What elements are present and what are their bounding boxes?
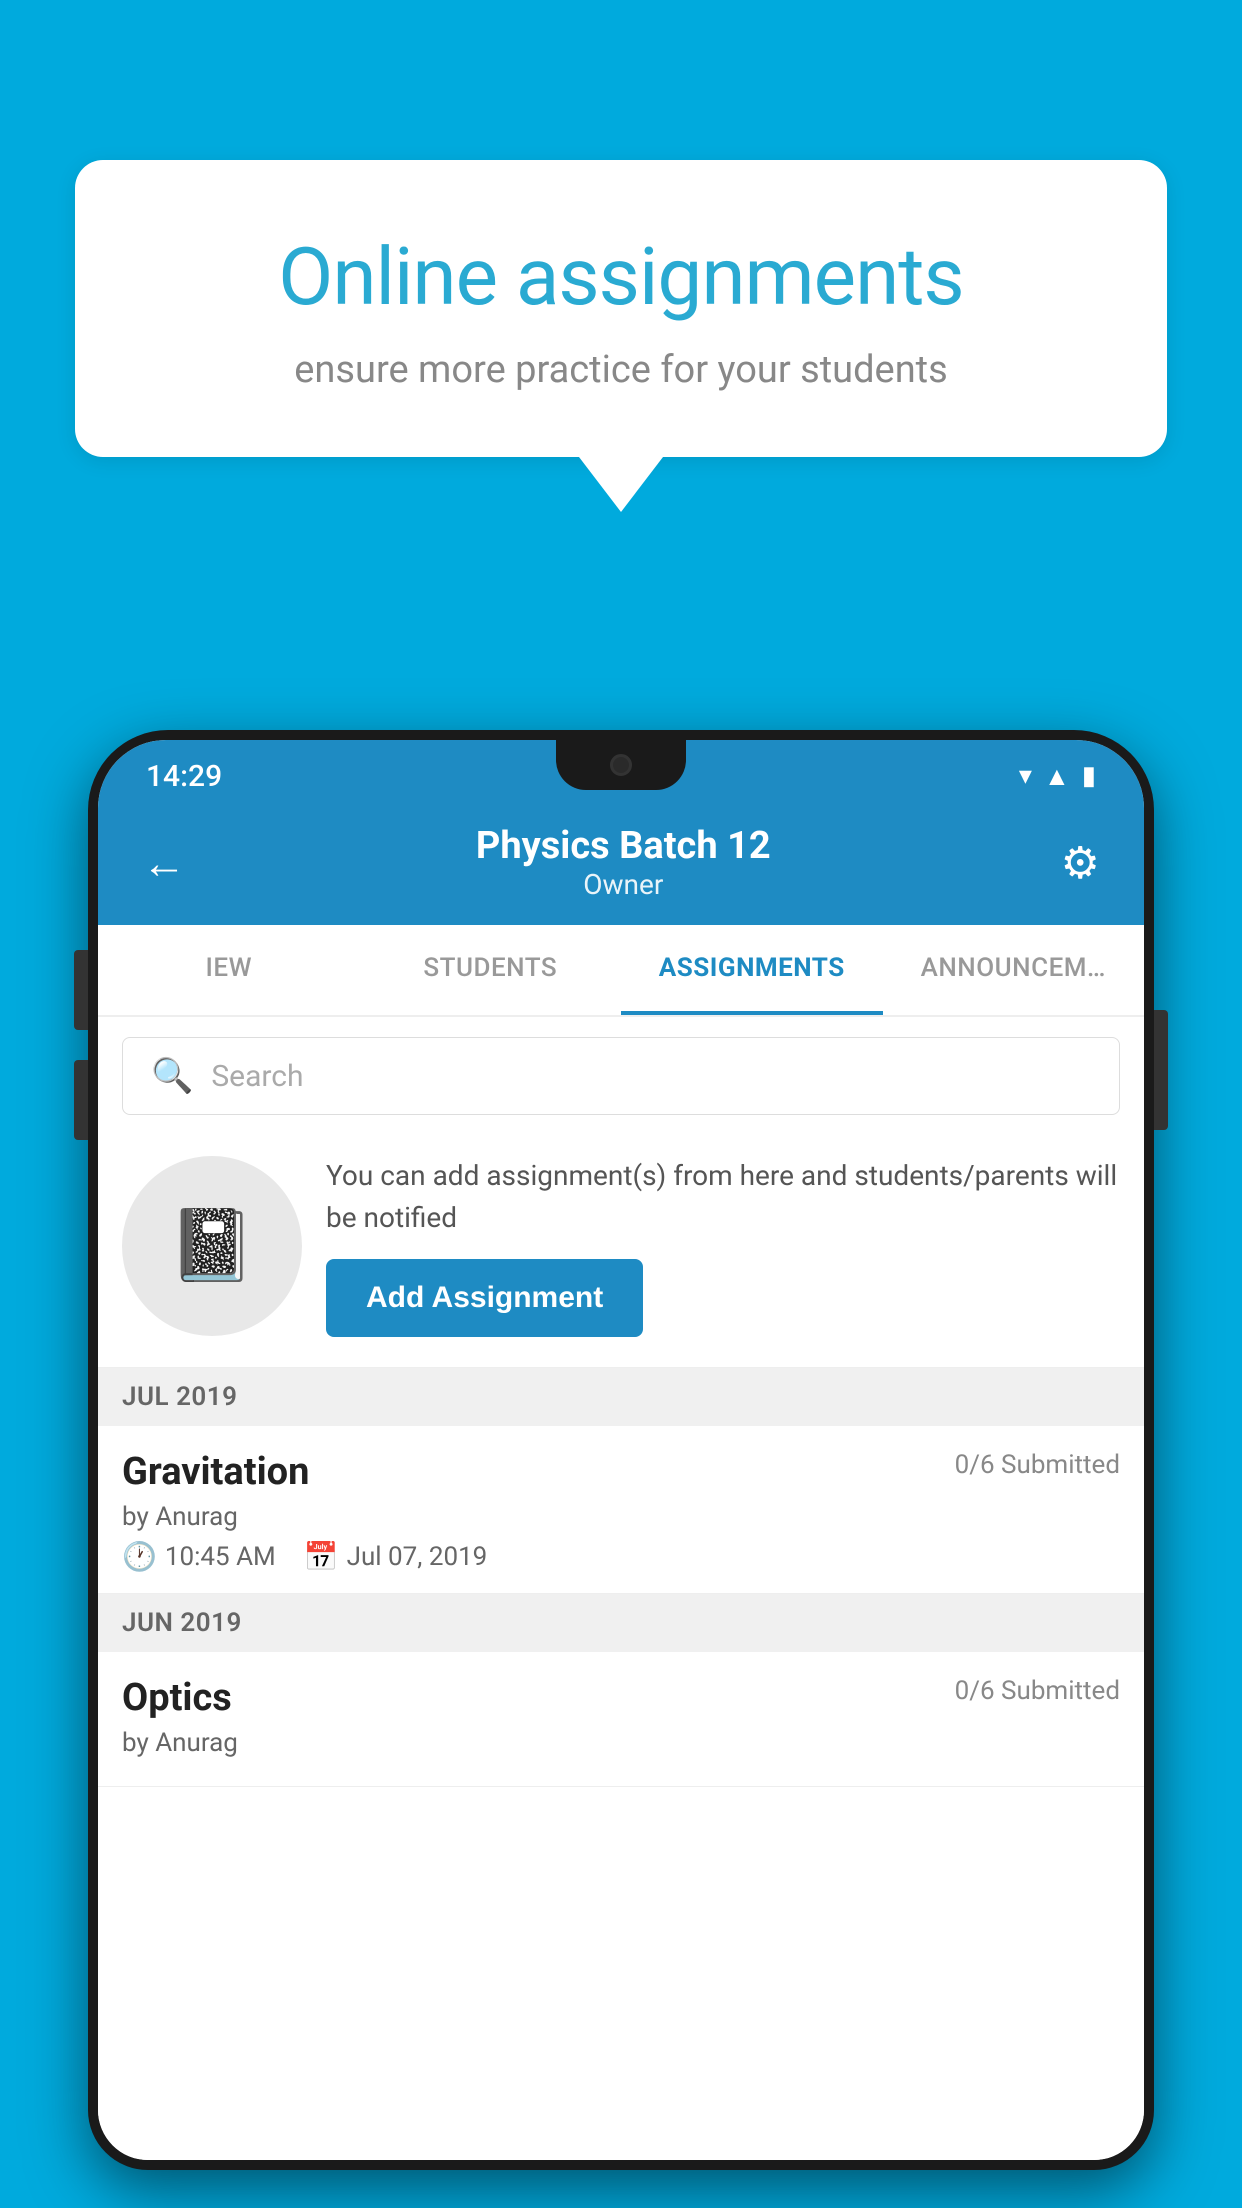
volume-up-button bbox=[74, 950, 88, 1030]
status-time: 14:29 bbox=[146, 759, 222, 794]
promo-text: You can add assignment(s) from here and … bbox=[326, 1155, 1120, 1337]
tab-view[interactable]: IEW bbox=[98, 925, 360, 1015]
assignment-submitted-optics: 0/6 Submitted bbox=[955, 1676, 1120, 1706]
assignment-author-gravitation: by Anurag bbox=[122, 1502, 1120, 1532]
assignment-item-optics[interactable]: Optics 0/6 Submitted by Anurag bbox=[98, 1652, 1144, 1787]
search-bar[interactable]: 🔍 Search bbox=[122, 1037, 1120, 1115]
speech-bubble-container: Online assignments ensure more practice … bbox=[75, 160, 1167, 512]
phone-wrapper: 14:29 ▾ ▲ ▮ ← Physics Batch 12 Owner ⚙ bbox=[88, 730, 1154, 2208]
wifi-icon: ▾ bbox=[1019, 761, 1032, 791]
assignment-name-optics: Optics bbox=[122, 1676, 232, 1720]
settings-icon[interactable]: ⚙ bbox=[1061, 837, 1100, 889]
assignment-row1-optics: Optics 0/6 Submitted bbox=[122, 1676, 1120, 1720]
header-subtitle: Owner bbox=[476, 868, 771, 901]
phone-notch bbox=[556, 740, 686, 790]
search-icon: 🔍 bbox=[151, 1056, 193, 1096]
assignment-item-gravitation[interactable]: Gravitation 0/6 Submitted by Anurag 🕐 10… bbox=[98, 1426, 1144, 1594]
promo-section: 📓 You can add assignment(s) from here an… bbox=[98, 1135, 1144, 1368]
header-center: Physics Batch 12 Owner bbox=[476, 824, 771, 901]
section-jun-2019: JUN 2019 bbox=[98, 1594, 1144, 1652]
speech-bubble-arrow bbox=[579, 457, 663, 512]
assignment-row1: Gravitation 0/6 Submitted bbox=[122, 1450, 1120, 1494]
assignment-submitted-gravitation: 0/6 Submitted bbox=[955, 1450, 1120, 1480]
tab-assignments[interactable]: ASSIGNMENTS bbox=[621, 925, 883, 1015]
tab-students[interactable]: STUDENTS bbox=[360, 925, 622, 1015]
assignment-author-optics: by Anurag bbox=[122, 1728, 1120, 1758]
phone-device: 14:29 ▾ ▲ ▮ ← Physics Batch 12 Owner ⚙ bbox=[88, 730, 1154, 2170]
signal-icon: ▲ bbox=[1044, 761, 1070, 792]
calendar-icon: 📅 bbox=[304, 1540, 339, 1573]
notebook-icon: 📓 bbox=[168, 1205, 255, 1287]
back-button[interactable]: ← bbox=[142, 837, 186, 889]
volume-down-button bbox=[74, 1060, 88, 1140]
section-jul-2019: JUL 2019 bbox=[98, 1368, 1144, 1426]
phone-screen: 14:29 ▾ ▲ ▮ ← Physics Batch 12 Owner ⚙ bbox=[98, 740, 1144, 2160]
status-icons: ▾ ▲ ▮ bbox=[1019, 761, 1096, 792]
speech-bubble-title: Online assignments bbox=[155, 230, 1087, 324]
tab-announcements[interactable]: ANNOUNCEM… bbox=[883, 925, 1145, 1015]
assignment-time-gravitation: 🕐 10:45 AM bbox=[122, 1540, 276, 1573]
power-button bbox=[1154, 1010, 1168, 1130]
promo-icon-circle: 📓 bbox=[122, 1156, 302, 1336]
search-placeholder: Search bbox=[211, 1059, 303, 1094]
assignment-date-gravitation: 📅 Jul 07, 2019 bbox=[304, 1540, 488, 1573]
add-assignment-button[interactable]: Add Assignment bbox=[326, 1259, 643, 1337]
assignment-meta-gravitation: 🕐 10:45 AM 📅 Jul 07, 2019 bbox=[122, 1540, 1120, 1573]
battery-icon: ▮ bbox=[1082, 761, 1096, 791]
content-area: 🔍 Search 📓 You can add assignment(s) fro… bbox=[98, 1017, 1144, 2160]
front-camera bbox=[610, 754, 632, 776]
header-title: Physics Batch 12 bbox=[476, 824, 771, 868]
clock-icon: 🕐 bbox=[122, 1540, 157, 1573]
promo-description: You can add assignment(s) from here and … bbox=[326, 1155, 1120, 1239]
app-header: ← Physics Batch 12 Owner ⚙ bbox=[98, 804, 1144, 925]
speech-bubble-subtitle: ensure more practice for your students bbox=[155, 348, 1087, 392]
tab-bar: IEW STUDENTS ASSIGNMENTS ANNOUNCEM… bbox=[98, 925, 1144, 1017]
assignment-name-gravitation: Gravitation bbox=[122, 1450, 309, 1494]
speech-bubble: Online assignments ensure more practice … bbox=[75, 160, 1167, 457]
